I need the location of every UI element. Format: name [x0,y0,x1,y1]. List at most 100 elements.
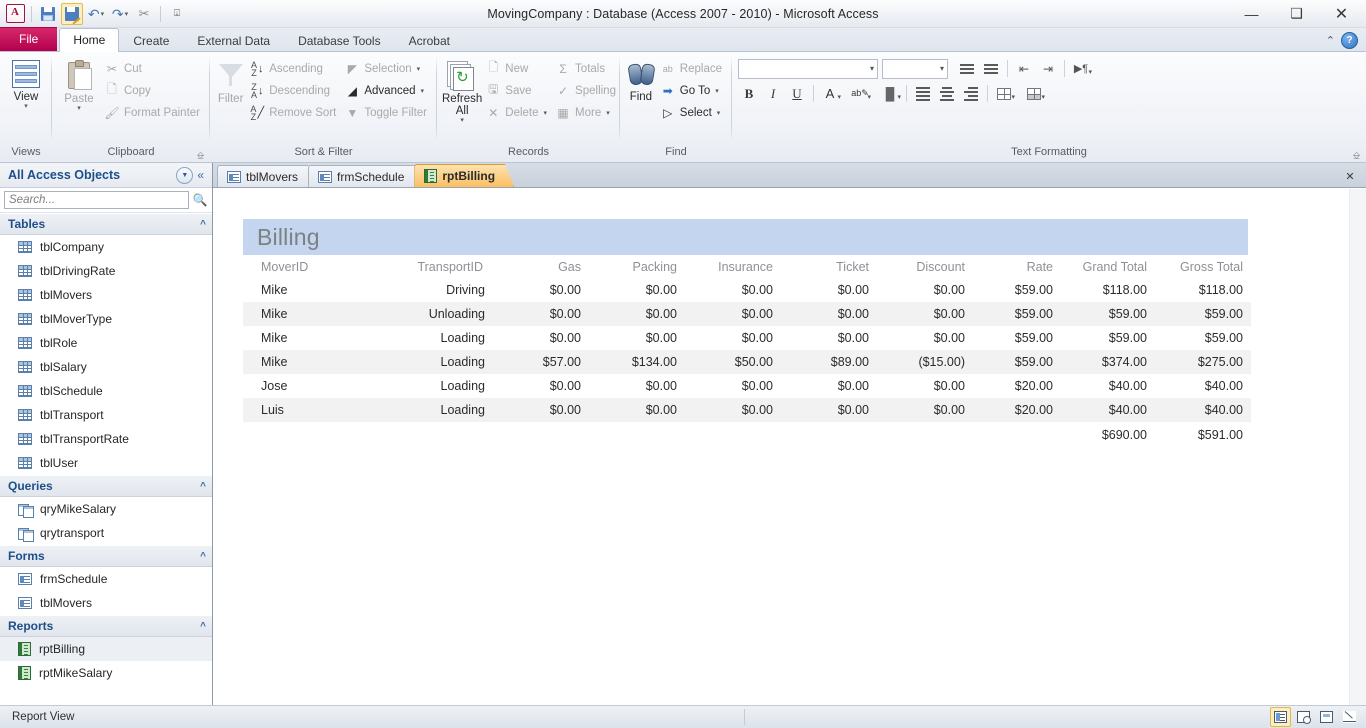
chevron-down-icon[interactable]: ▾ [421,87,425,95]
nav-group-tables[interactable]: Tables ^ [0,213,212,235]
table-row[interactable]: Mike Driving $0.00 $0.00 $0.00 $0.00 $0.… [243,278,1251,302]
align-center-button[interactable] [936,83,958,104]
nav-group-queries[interactable]: Queries ^ [0,475,212,497]
nav-item-qryMikeSalary[interactable]: qryMikeSalary [0,497,212,521]
doc-tab-frmSchedule[interactable]: frmSchedule [308,165,423,187]
increase-indent-button[interactable]: ⇥ [1037,58,1059,79]
chevron-down-icon[interactable]: ▾ [897,93,901,101]
restore-button[interactable]: ❑ [1274,1,1319,27]
chevron-up-icon[interactable]: ^ [200,481,206,492]
chevron-down-icon[interactable]: ▾ [837,93,841,101]
filter-button[interactable]: Filter [215,56,246,105]
table-row[interactable]: Mike Loading $0.00 $0.00 $0.00 $0.00 $0.… [243,326,1251,350]
close-button[interactable]: ✕ [1319,1,1364,27]
nav-item-tblUser[interactable]: tblUser [0,451,212,475]
align-right-button[interactable] [960,83,982,104]
copy-button[interactable]: 🗋 Copy [101,80,205,101]
chevron-down-icon[interactable]: ▾ [717,109,721,117]
chevron-down-icon[interactable]: ▾ [1011,93,1015,101]
tab-external-data[interactable]: External Data [183,29,284,52]
refresh-all-button[interactable]: ↻ Refresh All ▾ [442,56,482,124]
highlight-color-button[interactable]: ab✎ ▾ [849,83,871,104]
spelling-button[interactable]: ✓ Spelling [552,80,621,101]
redo-dropdown-icon[interactable]: ▾ [125,10,129,18]
chevron-down-icon[interactable]: ▾ [417,65,421,73]
chevron-down-icon[interactable]: ▾ [1088,68,1092,76]
toggle-filter-button[interactable]: ▼ Toggle Filter [341,102,432,123]
selection-button[interactable]: ◤ Selection ▾ [341,58,432,79]
background-color-button[interactable]: █ ▾ [879,83,901,104]
doc-tab-tblMovers[interactable]: tblMovers [217,165,317,187]
view-button[interactable]: View ▾ [5,56,47,110]
redo-button[interactable]: ↷ ▾ [109,3,131,25]
tab-create[interactable]: Create [119,29,183,52]
underline-button[interactable]: U [786,83,808,104]
nav-item-form-tblMovers[interactable]: tblMovers [0,591,212,615]
nav-item-tblDrivingRate[interactable]: tblDrivingRate [0,259,212,283]
chevron-down-icon[interactable]: ▾ [715,87,719,95]
bold-button[interactable]: B [738,83,760,104]
nav-item-tblTransport[interactable]: tblTransport [0,403,212,427]
format-painter-button[interactable]: 🖌 Format Painter [101,102,205,123]
minimize-ribbon-icon[interactable]: ⌃ [1326,34,1335,47]
italic-button[interactable]: I [762,83,784,104]
clipboard-dialog-launcher[interactable]: ⎒ [195,150,206,161]
cut-button[interactable]: ✂ Cut [101,58,205,79]
table-row[interactable]: Mike Loading $57.00 $134.00 $50.00 $89.0… [243,350,1251,374]
search-icon[interactable]: 🔍 [192,193,208,207]
layout-view-button[interactable] [1316,707,1337,727]
nav-item-tblSalary[interactable]: tblSalary [0,355,212,379]
delete-record-button[interactable]: ✕ Delete ▾ [482,102,552,123]
totals-button[interactable]: Σ Totals [552,58,621,79]
text-direction-button[interactable]: ▶¶ ▾ [1070,58,1092,79]
chevron-down-icon[interactable]: ▾ [606,109,610,117]
doc-tab-rptBilling[interactable]: rptBilling [414,164,514,187]
nav-group-forms[interactable]: Forms ^ [0,545,212,567]
font-name-combo[interactable]: ▾ [738,58,878,79]
nav-item-qrytransport[interactable]: qrytransport [0,521,212,545]
nav-item-tblRole[interactable]: tblRole [0,331,212,355]
new-record-button[interactable]: 🗋 New [482,58,552,79]
find-button[interactable]: Find [625,56,657,103]
tab-home[interactable]: Home [59,28,120,52]
save-as-button[interactable] [61,2,83,25]
nav-item-rptBilling[interactable]: rptBilling [0,637,212,661]
table-row[interactable]: Jose Loading $0.00 $0.00 $0.00 $0.00 $0.… [243,374,1251,398]
font-color-button[interactable]: A ▾ [819,83,841,104]
bullets-button[interactable] [956,58,978,79]
nav-item-tblMovers[interactable]: tblMovers [0,283,212,307]
close-document-button[interactable]: ✕ [1340,166,1360,186]
text-formatting-dialog-launcher[interactable]: ⎒ [1351,150,1362,161]
collapse-pane-icon[interactable]: « [193,168,208,182]
undo-button[interactable]: ↶ ▾ [85,3,107,25]
chevron-down-icon[interactable]: ▾ [77,104,81,112]
customize-qat-button[interactable]: ⍗ [166,3,188,25]
chevron-down-icon[interactable]: ▾ [544,109,548,117]
undo-dropdown-icon[interactable]: ▾ [101,10,105,18]
font-size-combo[interactable]: ▾ [882,58,948,79]
print-preview-button[interactable] [1293,707,1314,727]
remove-sort-button[interactable]: A Z ╱ Remove Sort [246,102,341,123]
chevron-down-icon[interactable]: ▾ [24,102,28,110]
sort-descending-button[interactable]: Z A ↓ Descending [246,80,341,101]
minimize-button[interactable]: — [1229,1,1274,27]
nav-item-tblSchedule[interactable]: tblSchedule [0,379,212,403]
nav-item-frmSchedule[interactable]: frmSchedule [0,567,212,591]
numbering-button[interactable] [980,58,1002,79]
search-input[interactable]: Search... [4,191,189,209]
navigation-object-list[interactable]: Tables ^ tblCompany tblDrivingRate tblMo… [0,213,212,705]
nav-item-tblCompany[interactable]: tblCompany [0,235,212,259]
replace-button[interactable]: ab Replace [657,58,727,79]
report-view-button[interactable] [1270,707,1291,727]
design-view-button[interactable] [1339,707,1360,727]
table-row[interactable]: Mike Unloading $0.00 $0.00 $0.00 $0.00 $… [243,302,1251,326]
report-viewport[interactable]: Billing MoverID TransportID Gas Packing … [213,188,1366,705]
chevron-up-icon[interactable]: ^ [200,551,206,562]
nav-item-tblMoverType[interactable]: tblMoverType [0,307,212,331]
save-button[interactable] [37,3,59,25]
more-button[interactable]: ▦ More ▾ [552,102,621,123]
nav-item-rptMikeSalary[interactable]: rptMikeSalary [0,661,212,685]
help-icon[interactable]: ? [1341,32,1358,49]
table-row[interactable]: Luis Loading $0.00 $0.00 $0.00 $0.00 $0.… [243,398,1251,422]
tab-acrobat[interactable]: Acrobat [395,29,464,52]
